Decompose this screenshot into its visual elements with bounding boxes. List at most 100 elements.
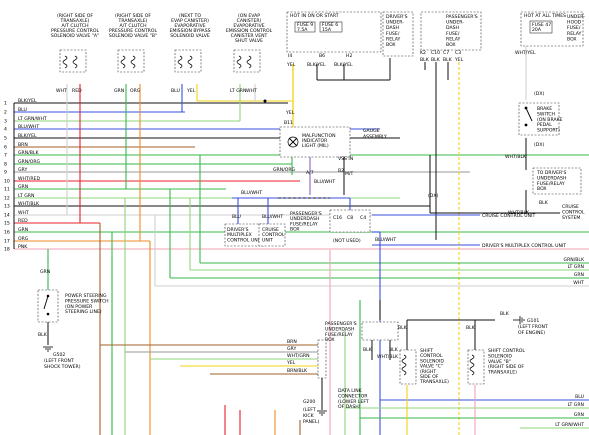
gauge-label-1: GAUGE xyxy=(363,128,380,134)
dlc-wire-4: YEL xyxy=(286,360,296,366)
mil-pin-b2: B2 xyxy=(338,168,344,174)
dlc-wire-2: GRY xyxy=(287,346,296,352)
left-wire-label-15: RED xyxy=(18,218,28,224)
left-wire-label-10: WHT/RED xyxy=(18,176,40,182)
label-cruise-control-unit-right: CRUISE CONTROL UNIT xyxy=(482,213,535,219)
ground-g502-loc-2: SHOCK TOWER) xyxy=(44,364,81,370)
left-wire-label-4: BLU/WHT xyxy=(18,124,39,130)
drivers-box-line-2: UNDER- xyxy=(386,20,404,26)
left-pin-11: 11 xyxy=(4,187,10,193)
drivers-underdash-box: DRIVER'SUNDER-DASHFUSE/RELAYBOX xyxy=(382,11,414,57)
cruise-system-line-2: CONTROL xyxy=(562,209,585,215)
dlc-line-3: (LOWER LEFT xyxy=(338,399,369,405)
cruise-system-line-3: SYSTEM xyxy=(562,215,580,221)
drivers-underdash-right: TO DRIVER'SUNDERDASHFUSE/RELAYBOX xyxy=(532,167,582,195)
label-blu: BLU xyxy=(232,214,241,220)
ground-g502-loc-1: (LEFT FRONT xyxy=(44,358,74,364)
label-drivers-multiplex-right: DRIVER'S MULTIPLEX CONTROL UNIT xyxy=(482,243,566,249)
wire-label-wht-yel: WHT/YEL xyxy=(515,50,536,56)
brake-switch-line-1: BRAKE xyxy=(537,106,552,112)
drivers-right-line-1: TO DRIVER'S xyxy=(536,170,566,176)
evap-vent-shut-valve: (ON EVAPCANISTER)EVAPORATIVEEMISSION CON… xyxy=(226,13,273,94)
pass-mid-line-1: PASSENGER'S xyxy=(290,211,322,217)
left-pin-17: 17 xyxy=(4,239,10,245)
pass-box-line-5: RELAY xyxy=(446,36,461,42)
left-pin-9: 9 xyxy=(4,170,7,176)
shift-b-line-1: SHIFT CONTROL xyxy=(488,348,525,354)
wire-label-blk-1: BLK xyxy=(420,57,430,63)
left-pin-6: 6 xyxy=(4,145,7,151)
label-dx: (DX) xyxy=(428,193,438,199)
ground-g200-loc-3: PANEL) xyxy=(303,419,320,425)
g101-loc-1: (LEFT FRONT xyxy=(518,324,548,330)
left-pin-18: 18 xyxy=(4,247,10,253)
left-pin-5: 5 xyxy=(4,136,7,142)
power-steering-line-1: POWER STEERING xyxy=(65,293,107,299)
cruise-unit-1-line-1: CRUISE xyxy=(262,227,279,233)
label-blu-wht-1: BLU/WHT xyxy=(314,179,335,185)
clutch-valve-b: (RIGHT SIDE OFTRANSAXLE)A/T CLUTCHPRESSU… xyxy=(109,13,158,94)
shift-b-line-5: TRANSAXLE) xyxy=(487,370,517,376)
wire-label-blk-cruise: BLK xyxy=(539,200,549,206)
mil-vss-in: VSS IN xyxy=(338,156,353,162)
pass-low-line-1: PASSENGER'S xyxy=(325,321,357,327)
hot-box-line-4: RELAY xyxy=(567,31,582,37)
ground-g101: BLK G101 (LEFT FRONT OF ENGINE) xyxy=(500,311,548,336)
left-wire-label-16: GRN xyxy=(18,227,28,233)
label-blu-wht-3: BLU/WHT xyxy=(262,214,283,220)
left-wire-label-6: BRN xyxy=(18,142,28,148)
left-wire-label-3: LT GRN/WHT xyxy=(18,116,47,122)
connector-i4: I4 xyxy=(288,53,292,59)
shift-b-line-3: VALVE "B" xyxy=(488,359,511,365)
evap-bypass-valve-pin-2: YEL xyxy=(186,88,196,94)
right-side-label-1: GRN/BLK xyxy=(564,257,585,263)
shift-c-line-1: SHIFT xyxy=(420,348,433,354)
left-wire-label-8: GRN/ORG xyxy=(18,159,41,165)
drivers-right-line-4: BOX xyxy=(537,186,547,192)
evap-vent-shut-valve-label-6: SHUT VALVE xyxy=(235,38,263,44)
pass-low-wire-2: WHT/BLK xyxy=(377,354,399,360)
g101-label: G101 xyxy=(527,318,539,324)
left-pin-1: 1 xyxy=(4,101,7,107)
cruise-system-line-1: CRUISE xyxy=(562,204,579,210)
mil-wire-a7: A/7 xyxy=(306,170,314,176)
pass-box-line-3: DASH xyxy=(446,25,459,31)
mil-top-wire: YEL xyxy=(285,110,295,116)
bottom-right-label-3: GRN xyxy=(574,412,584,418)
multiplex-1-line-1: DRIVER'S xyxy=(227,227,249,233)
shift-c-line-7: TRANSAXLE) xyxy=(419,379,449,385)
bottom-right-label-4: LT GRN/WHT xyxy=(555,422,584,428)
passengers-fuse-relay-low: PASSENGER'SUNDERDASHFUSE/RELAYBOX BLK WH… xyxy=(325,321,399,360)
shift-b-line-4: (RIGHT SIDE OF xyxy=(488,364,524,370)
left-pin-4: 4 xyxy=(4,127,7,133)
power-steering-line-4: STEERING LINE) xyxy=(65,309,102,315)
left-wire-label-12: LT GRN xyxy=(18,193,34,199)
label-blu-wht-lower: BLU/WHT xyxy=(375,237,396,243)
connector-c10: C10 xyxy=(431,50,440,56)
pass-low-line-4: BOX xyxy=(325,337,335,343)
dlc-wire-3: WHT/GRN xyxy=(287,353,310,359)
evap-bypass-valve-pin-1: BLU xyxy=(171,88,180,94)
fuse-47-rating: 20A xyxy=(532,27,542,33)
wire-label-blk-3: BLK xyxy=(443,57,453,63)
cruise-unit-1-line-2: CONTROL xyxy=(262,232,285,238)
pass-low-wire-3: BLK xyxy=(389,347,399,353)
pass-mid-line-2: UNDERDASH xyxy=(290,216,319,222)
connector-c7: C7 xyxy=(443,50,449,56)
dlc-line-4: OF DASH) xyxy=(338,404,361,410)
pass-box-line-2: UNDER- xyxy=(446,20,464,26)
clutch-valve-b-pin-2: ORG xyxy=(130,88,141,94)
evap-vent-shut-valve-pin-2: WHT xyxy=(246,88,257,94)
ground-g502: G502 xyxy=(53,352,65,358)
pin-c4: C4 xyxy=(360,215,366,221)
evap-bypass-valve: (NEXT TOEVAP CANISTER)EVAPORATIVEEMISSIO… xyxy=(169,13,210,94)
splice-yel xyxy=(263,99,267,103)
pin-c8: C8 xyxy=(347,215,353,221)
left-pin-7: 7 xyxy=(4,153,7,159)
connector-c3: C3 xyxy=(455,50,461,56)
left-wire-label-2: BLU xyxy=(18,107,27,113)
left-wire-label-5: BLK/YEL xyxy=(18,133,37,139)
left-wire-label-17: ORG xyxy=(18,236,29,242)
ground-g200-loc-1: (LEFT xyxy=(303,407,316,413)
pass-box-line-4: FUSE/ xyxy=(446,31,460,37)
